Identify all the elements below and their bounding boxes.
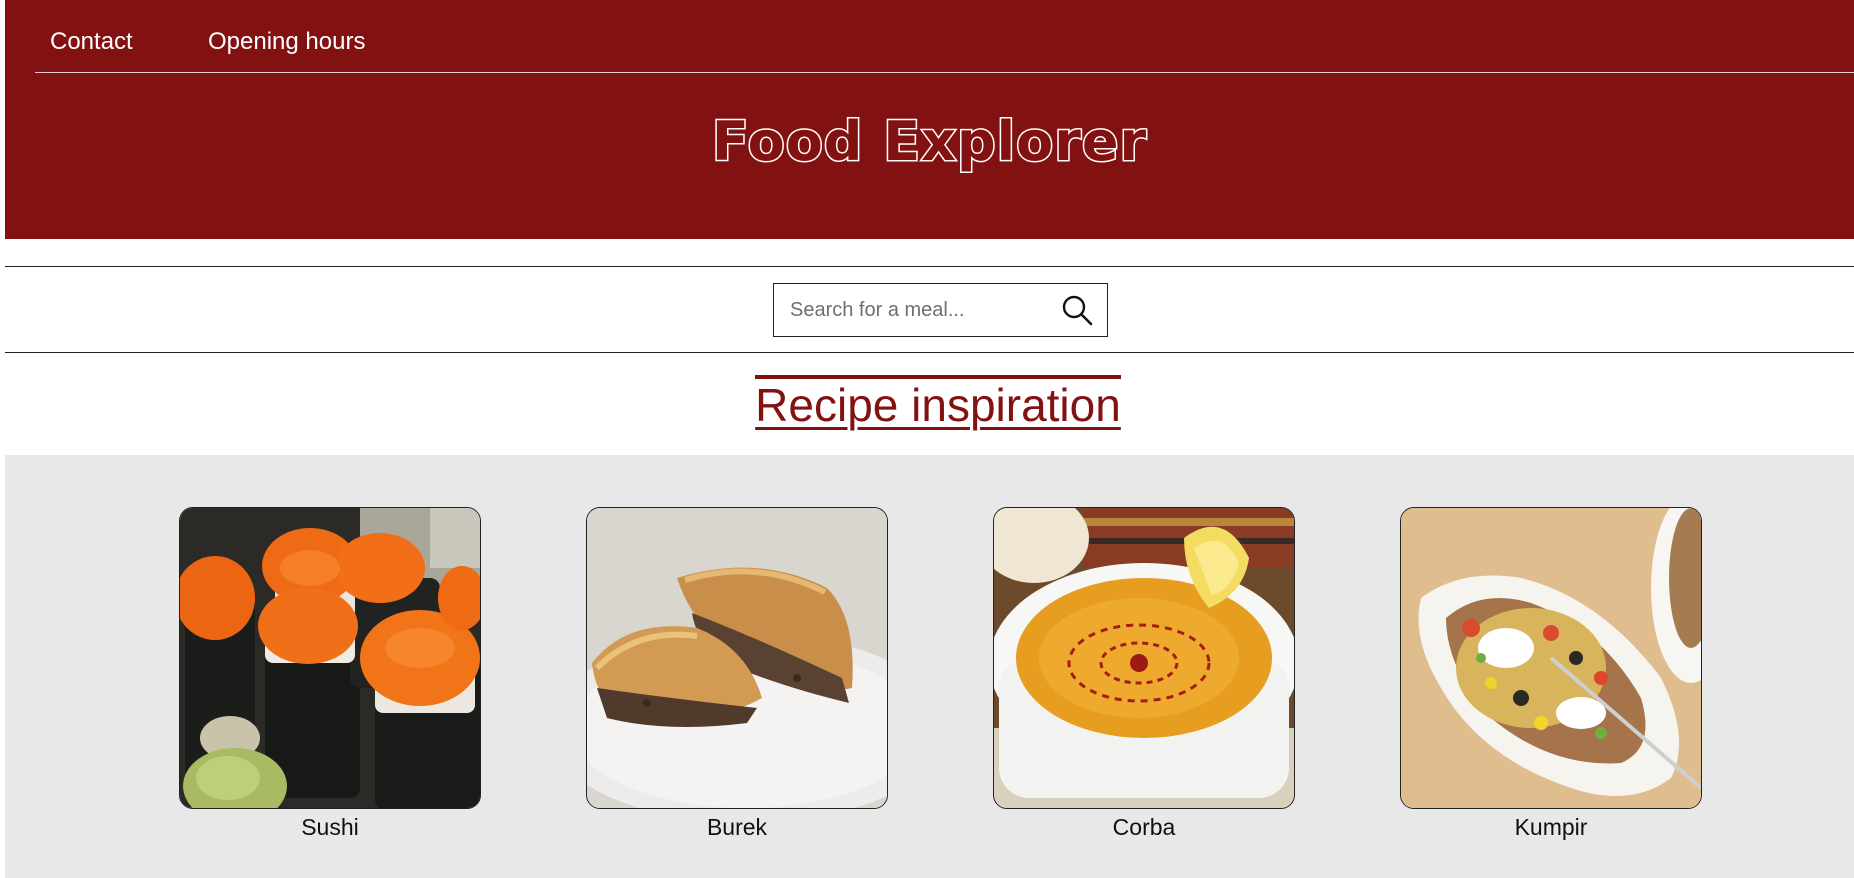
nav-link-opening-hours[interactable]: Opening hours (208, 28, 365, 56)
sushi-image[interactable] (179, 507, 481, 809)
burek-image[interactable] (586, 507, 888, 809)
recipe-name[interactable]: Burek (586, 814, 888, 841)
site-logo-title[interactable]: Food Explorer (5, 113, 1854, 170)
section-heading: Recipe inspiration (0, 375, 1854, 429)
page: Contact Opening hours Food Explorer Reci… (0, 0, 1854, 878)
search-box (773, 283, 1108, 337)
search-icon[interactable] (1059, 292, 1097, 330)
nav-link-contact[interactable]: Contact (50, 28, 133, 56)
recipe-gallery: Sushi Burek Corba Kumpir (5, 455, 1854, 878)
search-bar (5, 266, 1854, 353)
kumpir-image[interactable] (1400, 507, 1702, 809)
recipe-name[interactable]: Corba (993, 814, 1295, 841)
search-input[interactable] (775, 285, 1045, 335)
recipe-card-burek[interactable]: Burek (586, 507, 888, 841)
top-navigation: Contact Opening hours (35, 0, 1854, 73)
corba-image[interactable] (993, 507, 1295, 809)
recipe-name[interactable]: Sushi (179, 814, 481, 841)
recipe-card-sushi[interactable]: Sushi (179, 507, 481, 841)
recipe-inspiration-title: Recipe inspiration (755, 375, 1121, 429)
site-header: Contact Opening hours Food Explorer (5, 0, 1854, 239)
recipe-name[interactable]: Kumpir (1400, 814, 1702, 841)
recipe-card-corba[interactable]: Corba (993, 507, 1295, 841)
recipe-card-kumpir[interactable]: Kumpir (1400, 507, 1702, 841)
